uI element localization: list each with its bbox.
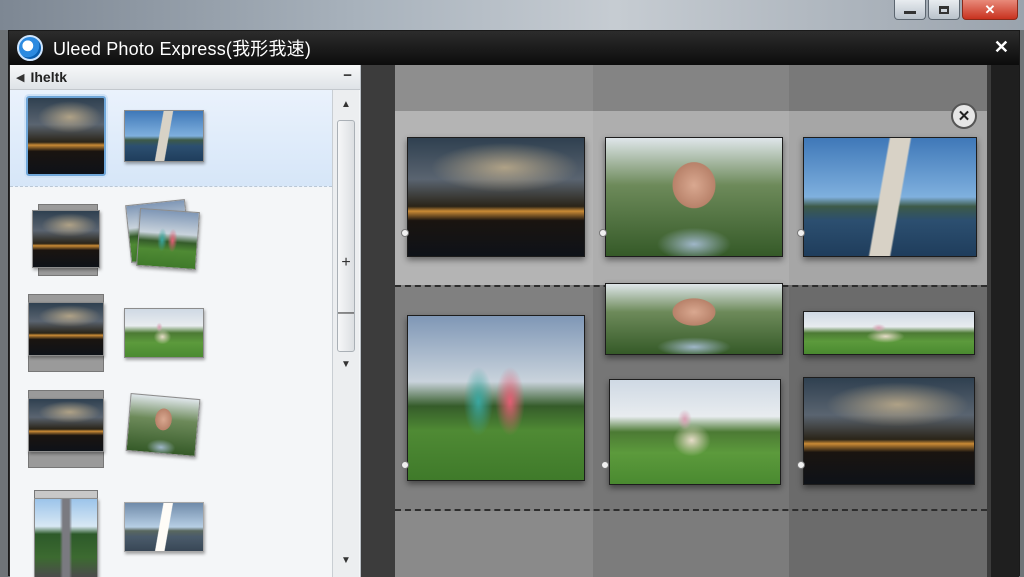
preview-header-band	[395, 65, 987, 111]
night-cityscape-thumbnail[interactable]	[28, 302, 104, 356]
night-cityscape-thumbnail[interactable]	[32, 210, 100, 268]
preview-area: ✕	[361, 65, 991, 577]
maximize-button[interactable]	[928, 0, 960, 20]
insert-marker	[599, 229, 607, 237]
app-window: Uleed Photo Express(我形我速) ✕ ◀ Ihelt​k −	[8, 30, 1020, 577]
scroll-down-small-button[interactable]: ▼	[336, 354, 356, 374]
night-cityscape-thumbnail[interactable]	[26, 96, 106, 176]
child-with-dog-panorama[interactable]	[803, 311, 975, 355]
list-item[interactable]	[10, 190, 332, 286]
bridge-pylon-photo[interactable]	[803, 137, 977, 257]
zoom-out-button[interactable]: —	[337, 304, 355, 322]
thumbnail-list	[10, 90, 332, 577]
child-with-dog-thumbnail[interactable]	[124, 308, 204, 358]
minimize-icon	[904, 11, 916, 14]
insert-marker	[797, 461, 805, 469]
window-close-button[interactable]: ✕	[962, 0, 1018, 20]
bridge-sunset-thumbnail[interactable]	[124, 110, 204, 162]
girl-portrait-photo[interactable]	[605, 283, 783, 355]
window-controls: ✕	[894, 0, 1018, 20]
night-cityscape-photo[interactable]	[803, 377, 975, 485]
night-cityscape-thumbnail[interactable]	[28, 398, 104, 452]
preview-scrollbar[interactable]	[991, 65, 1019, 577]
collapse-button[interactable]: −	[343, 67, 352, 84]
bridge-cloudy-thumbnail[interactable]	[124, 502, 204, 552]
back-arrow-icon[interactable]: ◀	[16, 71, 24, 84]
app-title: Uleed Photo Express(我形我速)	[53, 39, 312, 59]
list-item[interactable]	[10, 90, 332, 187]
insert-marker	[601, 461, 609, 469]
kids-in-park-thumbnail[interactable]	[136, 207, 200, 271]
thumbnail-panel: ◀ Ihelt​k −	[10, 65, 361, 577]
preview-close-button[interactable]: ✕	[951, 103, 977, 129]
close-icon: ✕	[957, 108, 971, 125]
tree-lined-road-thumbnail[interactable]	[34, 498, 98, 577]
kids-in-park-photo[interactable]	[407, 315, 585, 481]
scroll-up-button[interactable]: ▲	[336, 94, 356, 114]
list-item[interactable]	[10, 286, 332, 382]
app-close-button[interactable]: ✕	[994, 37, 1009, 58]
minimize-button[interactable]	[894, 0, 926, 20]
list-item[interactable]	[10, 478, 332, 577]
app-logo-icon	[17, 35, 43, 61]
row-divider	[395, 509, 987, 511]
girl-portrait-thumbnail[interactable]	[125, 393, 201, 457]
night-cityscape-photo[interactable]	[407, 137, 585, 257]
maximize-icon	[939, 5, 949, 14]
child-with-dog-photo[interactable]	[609, 379, 781, 485]
insert-marker	[401, 229, 409, 237]
panel-header-label: Ihelt​k	[30, 69, 68, 85]
vertical-scrollbar[interactable]: ▲ + — ▼ ▼	[332, 90, 359, 577]
girl-portrait-photo[interactable]	[605, 137, 783, 257]
panel-header: ◀ Ihelt​k −	[10, 65, 360, 90]
insert-marker	[797, 229, 805, 237]
list-item[interactable]	[10, 382, 332, 478]
scroll-down-button[interactable]: ▼	[336, 550, 356, 570]
desktop-background	[0, 0, 1024, 30]
title-bar: Uleed Photo Express(我形我速) ✕	[9, 31, 1019, 65]
insert-marker	[401, 461, 409, 469]
close-icon: ✕	[984, 1, 996, 17]
zoom-in-button[interactable]: +	[337, 254, 355, 272]
